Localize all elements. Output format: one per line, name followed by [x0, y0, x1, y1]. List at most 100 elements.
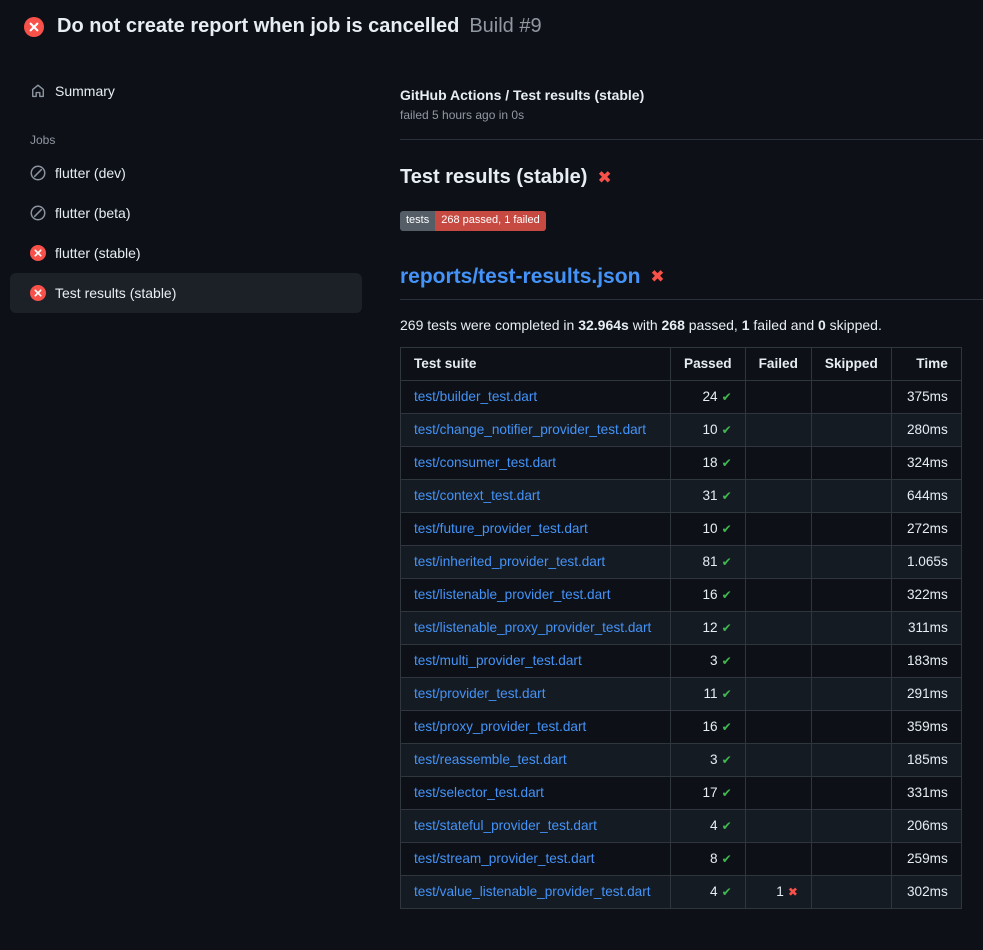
sidebar-item-flutter-stable[interactable]: flutter (stable) [10, 233, 362, 273]
time-cell: 324ms [891, 446, 961, 479]
breadcrumb: GitHub Actions / Test results (stable) [400, 87, 983, 103]
table-row: test/reassemble_test.dart 3✔ 185ms [401, 743, 962, 776]
test-suite-link[interactable]: test/reassemble_test.dart [414, 752, 567, 767]
skipped-cell [811, 479, 891, 512]
sidebar-item-flutter-beta[interactable]: flutter (beta) [10, 193, 362, 233]
summary-failed-count: 1 [742, 317, 750, 333]
skipped-cell [811, 875, 891, 908]
summary-sentence: 269 tests were completed in 32.964s with… [400, 317, 983, 333]
sidebar: Summary Jobs flutter (dev) flutter (beta… [0, 51, 376, 313]
run-status-line: failed 5 hours ago in 0s [400, 108, 983, 122]
time-cell: 375ms [891, 380, 961, 413]
test-suite-link[interactable]: test/listenable_proxy_provider_test.dart [414, 620, 651, 635]
table-row: test/listenable_proxy_provider_test.dart… [401, 611, 962, 644]
check-icon: ✔ [722, 753, 732, 767]
time-cell: 291ms [891, 677, 961, 710]
sidebar-item-flutter-dev[interactable]: flutter (dev) [10, 153, 362, 193]
passed-cell: 10✔ [671, 413, 746, 446]
main-content: GitHub Actions / Test results (stable) f… [376, 51, 983, 909]
test-suite-cell: test/value_listenable_provider_test.dart [401, 875, 671, 908]
time-cell: 206ms [891, 809, 961, 842]
failed-cell [745, 677, 811, 710]
test-suite-link[interactable]: test/selector_test.dart [414, 785, 544, 800]
test-suite-link[interactable]: test/stateful_provider_test.dart [414, 818, 597, 833]
test-suite-link[interactable]: test/proxy_provider_test.dart [414, 719, 586, 734]
test-suite-cell: test/change_notifier_provider_test.dart [401, 413, 671, 446]
skipped-cell [811, 413, 891, 446]
passed-cell: 12✔ [671, 611, 746, 644]
check-icon: ✔ [722, 819, 732, 833]
badge-label: tests [400, 211, 435, 231]
skipped-cell [811, 743, 891, 776]
time-cell: 331ms [891, 776, 961, 809]
passed-cell: 8✔ [671, 842, 746, 875]
failed-cell [745, 479, 811, 512]
passed-cell: 3✔ [671, 644, 746, 677]
test-suite-link[interactable]: test/consumer_test.dart [414, 455, 556, 470]
failed-cell [745, 743, 811, 776]
test-suite-link[interactable]: test/provider_test.dart [414, 686, 545, 701]
test-suite-link[interactable]: test/listenable_provider_test.dart [414, 587, 610, 602]
table-row: test/listenable_provider_test.dart 16✔ 3… [401, 578, 962, 611]
skipped-cell [811, 842, 891, 875]
summary-label: Summary [55, 83, 115, 99]
cancelled-icon [30, 205, 46, 221]
time-cell: 185ms [891, 743, 961, 776]
test-suite-link[interactable]: test/multi_provider_test.dart [414, 653, 582, 668]
test-suite-cell: test/reassemble_test.dart [401, 743, 671, 776]
table-row: test/selector_test.dart 17✔ 331ms [401, 776, 962, 809]
table-row: test/provider_test.dart 11✔ 291ms [401, 677, 962, 710]
section-heading-text: Test results (stable) [400, 166, 587, 189]
skipped-cell [811, 677, 891, 710]
skipped-cell [811, 809, 891, 842]
summary-part: passed, [685, 317, 742, 333]
test-suite-link[interactable]: test/builder_test.dart [414, 389, 537, 404]
x-circle-icon [30, 245, 46, 261]
passed-cell: 16✔ [671, 578, 746, 611]
test-suite-cell: test/stream_provider_test.dart [401, 842, 671, 875]
passed-cell: 16✔ [671, 710, 746, 743]
check-icon: ✔ [722, 654, 732, 668]
failed-cell [745, 545, 811, 578]
check-icon: ✔ [722, 786, 732, 800]
test-suite-link[interactable]: test/context_test.dart [414, 488, 540, 503]
test-suite-cell: test/builder_test.dart [401, 380, 671, 413]
test-suite-link[interactable]: test/stream_provider_test.dart [414, 851, 595, 866]
test-suite-link[interactable]: test/change_notifier_provider_test.dart [414, 422, 646, 437]
failed-cell [745, 842, 811, 875]
failed-cell [745, 809, 811, 842]
table-row: test/consumer_test.dart 18✔ 324ms [401, 446, 962, 479]
check-icon: ✔ [722, 885, 732, 899]
time-cell: 359ms [891, 710, 961, 743]
check-icon: ✔ [722, 720, 732, 734]
test-suite-cell: test/inherited_provider_test.dart [401, 545, 671, 578]
failed-x-icon: ✖ [597, 169, 611, 186]
passed-cell: 4✔ [671, 875, 746, 908]
passed-cell: 18✔ [671, 446, 746, 479]
test-suite-cell: test/consumer_test.dart [401, 446, 671, 479]
skipped-cell [811, 380, 891, 413]
passed-cell: 11✔ [671, 677, 746, 710]
check-icon: ✔ [722, 588, 732, 602]
column-header-time: Time [891, 347, 961, 380]
run-header: Do not create report when job is cancell… [0, 0, 983, 51]
summary-passed-count: 268 [662, 317, 685, 333]
test-suite-link[interactable]: test/future_provider_test.dart [414, 521, 588, 536]
test-suite-link[interactable]: test/inherited_provider_test.dart [414, 554, 605, 569]
sidebar-item-test-results-stable[interactable]: Test results (stable) [10, 273, 362, 313]
section-heading: Test results (stable) ✖ [400, 166, 983, 189]
results-table: Test suitePassedFailedSkippedTime test/b… [400, 347, 962, 909]
skipped-cell [811, 644, 891, 677]
time-cell: 272ms [891, 512, 961, 545]
run-title: Do not create report when job is cancell… [57, 15, 459, 38]
table-row: test/change_notifier_provider_test.dart … [401, 413, 962, 446]
summary-part: failed and [750, 317, 819, 333]
results-table-body: test/builder_test.dart 24✔ 375ms test/ch… [401, 380, 962, 908]
sidebar-item-summary[interactable]: Summary [10, 71, 362, 111]
test-suite-link[interactable]: test/value_listenable_provider_test.dart [414, 884, 651, 899]
time-cell: 1.065s [891, 545, 961, 578]
summary-part: with [629, 317, 662, 333]
check-icon: ✔ [722, 489, 732, 503]
summary-part: skipped. [826, 317, 882, 333]
report-file-link[interactable]: reports/test-results.json [400, 265, 640, 289]
